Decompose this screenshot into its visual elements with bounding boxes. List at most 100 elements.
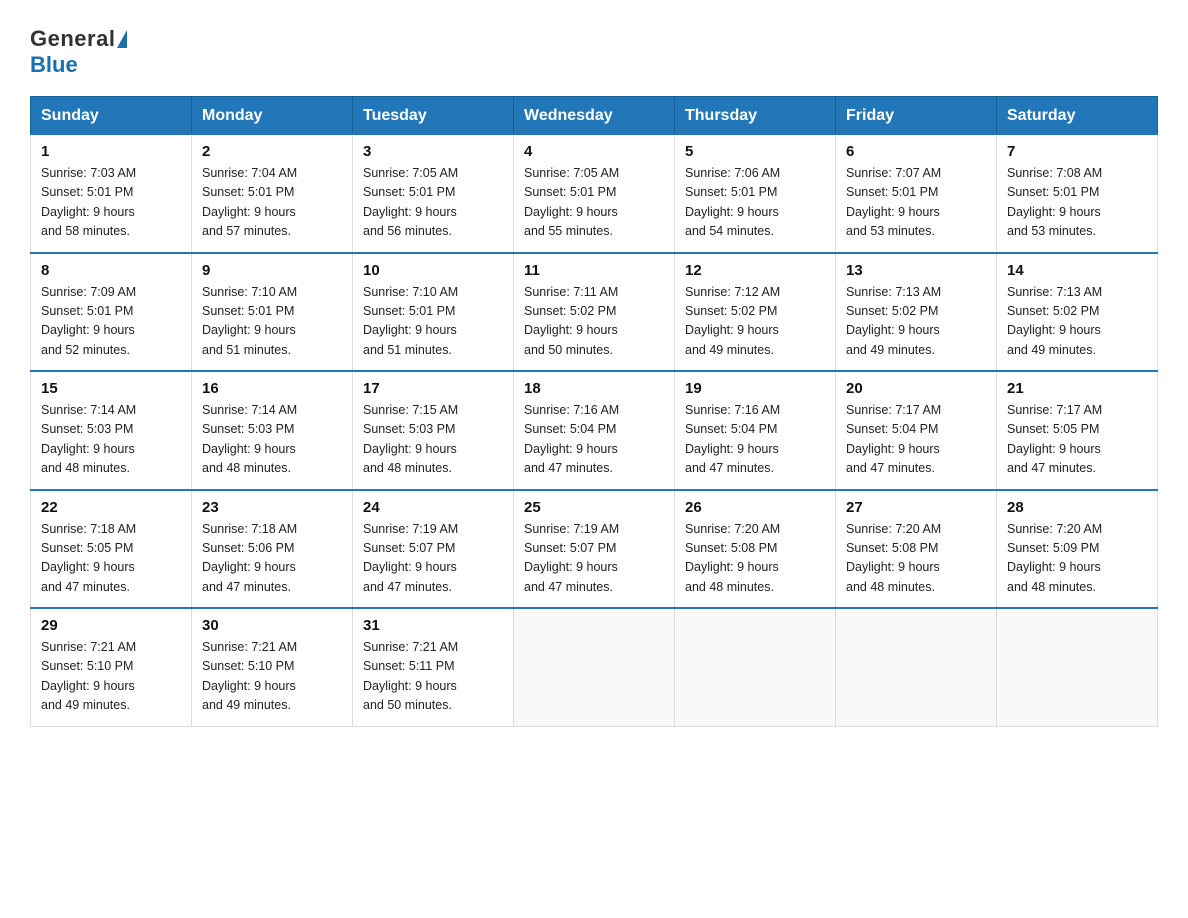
day-info: Sunrise: 7:21 AMSunset: 5:10 PMDaylight:… <box>202 638 342 716</box>
day-info-line: and 47 minutes. <box>202 580 291 594</box>
day-info: Sunrise: 7:21 AMSunset: 5:10 PMDaylight:… <box>41 638 181 716</box>
day-info-line: and 53 minutes. <box>1007 224 1096 238</box>
day-info-line: Sunrise: 7:17 AM <box>846 403 941 417</box>
calendar-day-cell: 29Sunrise: 7:21 AMSunset: 5:10 PMDayligh… <box>31 608 192 726</box>
day-info: Sunrise: 7:19 AMSunset: 5:07 PMDaylight:… <box>524 520 664 598</box>
day-number: 8 <box>41 262 181 279</box>
calendar-day-cell: 28 Sunrise: 7:20 AMSunset: 5:09 PMDayligh… <box>997 490 1158 609</box>
day-info-line: Sunrise: 7:08 AM <box>1007 166 1102 180</box>
day-number: 25 <box>524 499 664 516</box>
day-info-line: Daylight: 9 hours <box>524 560 618 574</box>
calendar-week-row: 22Sunrise: 7:18 AMSunset: 5:05 PMDayligh… <box>31 490 1158 609</box>
calendar-day-cell: 6Sunrise: 7:07 AMSunset: 5:01 PMDaylight… <box>836 134 997 253</box>
column-header-friday: Friday <box>836 97 997 135</box>
day-info-line: Sunset: 5:01 PM <box>41 185 133 199</box>
day-number: 19 <box>685 380 825 397</box>
day-info-line: Sunrise: 7:04 AM <box>202 166 297 180</box>
day-info-line: Sunset: 5:06 PM <box>202 541 294 555</box>
day-info: Sunrise: 7:20 AMSunset: 5:09 PMDaylight:… <box>1007 520 1147 598</box>
day-info-line: Daylight: 9 hours <box>202 442 296 456</box>
day-info-line: Sunrise: 7:10 AM <box>202 285 297 299</box>
calendar-day-cell: 21Sunrise: 7:17 AMSunset: 5:05 PMDayligh… <box>997 371 1158 490</box>
day-info: Sunrise: 7:15 AMSunset: 5:03 PMDaylight:… <box>363 401 503 479</box>
day-info-line: and 58 minutes. <box>41 224 130 238</box>
day-info-line: Sunrise: 7:20 AM <box>846 522 941 536</box>
logo: General Blue <box>30 20 127 78</box>
calendar-day-cell: 17Sunrise: 7:15 AMSunset: 5:03 PMDayligh… <box>353 371 514 490</box>
calendar-day-cell <box>675 608 836 726</box>
calendar-day-cell: 1Sunrise: 7:03 AMSunset: 5:01 PMDaylight… <box>31 134 192 253</box>
day-info-line: Sunrise: 7:18 AM <box>41 522 136 536</box>
calendar-week-row: 8 Sunrise: 7:09 AM Sunset: 5:01 PM Daylight… <box>31 253 1158 372</box>
day-info-line: Daylight: 9 hours <box>685 560 779 574</box>
day-info: Sunrise: 7:20 AMSunset: 5:08 PMDaylight:… <box>846 520 986 598</box>
day-info-line: and 53 minutes. <box>846 224 935 238</box>
column-header-thursday: Thursday <box>675 97 836 135</box>
calendar-day-cell: 19Sunrise: 7:16 AMSunset: 5:04 PMDayligh… <box>675 371 836 490</box>
calendar-day-cell: 25 Sunrise: 7:19 AMSunset: 5:07 PMDayligh… <box>514 490 675 609</box>
calendar-day-cell: 15Sunrise: 7:14 AMSunset: 5:03 PMDayligh… <box>31 371 192 490</box>
day-info-line: Daylight: 9 hours <box>685 442 779 456</box>
day-info-line: Daylight: 9 hours <box>524 323 618 337</box>
column-header-wednesday: Wednesday <box>514 97 675 135</box>
day-number: 13 <box>846 262 986 279</box>
day-info-line: Daylight: 9 hours <box>685 323 779 337</box>
logo-triangle-icon <box>117 30 127 48</box>
day-info-line: Daylight: 9 hours <box>202 679 296 693</box>
day-info-line: Daylight: 9 hours <box>363 205 457 219</box>
day-info-line: Daylight: 9 hours <box>202 323 296 337</box>
day-info-line: Sunset: 5:01 PM <box>202 304 294 318</box>
day-info-line: Daylight: 9 hours <box>846 205 940 219</box>
day-number: 4 <box>524 143 664 160</box>
day-info-line: Sunset: 5:02 PM <box>1007 304 1099 318</box>
day-info-line: Sunrise: 7:16 AM <box>524 403 619 417</box>
day-info-line: and 49 minutes. <box>41 698 130 712</box>
day-info-line: and 47 minutes. <box>524 461 613 475</box>
day-info-line: Sunset: 5:04 PM <box>685 422 777 436</box>
day-info-line: Daylight: 9 hours <box>1007 560 1101 574</box>
day-info-line: and 55 minutes. <box>524 224 613 238</box>
column-header-saturday: Saturday <box>997 97 1158 135</box>
day-info-line: Sunrise: 7:06 AM <box>685 166 780 180</box>
day-info: Sunrise: 7:08 AM Sunset: 5:01 PM Daylight:… <box>1007 164 1147 242</box>
day-number: 9 <box>202 262 342 279</box>
calendar-day-cell: 14Sunrise: 7:13 AMSunset: 5:02 PMDayligh… <box>997 253 1158 372</box>
day-info-line: and 50 minutes. <box>363 698 452 712</box>
day-number: 28 <box>1007 499 1147 516</box>
day-info-line: Daylight: 9 hours <box>846 442 940 456</box>
day-info-line: and 48 minutes. <box>685 580 774 594</box>
day-info-line: Sunrise: 7:18 AM <box>202 522 297 536</box>
day-info-line: Sunset: 5:10 PM <box>202 659 294 673</box>
day-info-line: Daylight: 9 hours <box>41 560 135 574</box>
day-info-line: Sunset: 5:07 PM <box>524 541 616 555</box>
day-info-line: Sunrise: 7:14 AM <box>41 403 136 417</box>
column-header-sunday: Sunday <box>31 97 192 135</box>
day-info-line: Sunset: 5:10 PM <box>41 659 133 673</box>
day-info-line: Sunset: 5:02 PM <box>685 304 777 318</box>
day-number: 14 <box>1007 262 1147 279</box>
day-number: 31 <box>363 617 503 634</box>
day-number: 27 <box>846 499 986 516</box>
day-info-line: and 49 minutes. <box>685 343 774 357</box>
day-info-line: Sunrise: 7:20 AM <box>685 522 780 536</box>
day-info-line: Daylight: 9 hours <box>1007 205 1101 219</box>
day-info-line: Sunset: 5:01 PM <box>1007 185 1099 199</box>
day-info-line: Sunrise: 7:09 AM <box>41 285 136 299</box>
calendar-day-cell: 10Sunrise: 7:10 AMSunset: 5:01 PMDayligh… <box>353 253 514 372</box>
day-info-line: and 50 minutes. <box>524 343 613 357</box>
day-number: 5 <box>685 143 825 160</box>
day-info-line: and 48 minutes. <box>1007 580 1096 594</box>
calendar-header-row: SundayMondayTuesdayWednesdayThursdayFrid… <box>31 97 1158 135</box>
logo-general-text: General <box>30 26 115 52</box>
calendar-day-cell: 5Sunrise: 7:06 AMSunset: 5:01 PMDaylight… <box>675 134 836 253</box>
day-info-line: Sunset: 5:04 PM <box>524 422 616 436</box>
column-header-tuesday: Tuesday <box>353 97 514 135</box>
day-info-line: Sunset: 5:03 PM <box>363 422 455 436</box>
day-info-line: Daylight: 9 hours <box>41 679 135 693</box>
calendar-day-cell: 12Sunrise: 7:12 AMSunset: 5:02 PMDayligh… <box>675 253 836 372</box>
day-info-line: Sunrise: 7:15 AM <box>363 403 458 417</box>
day-info-line: Sunset: 5:05 PM <box>41 541 133 555</box>
day-number: 15 <box>41 380 181 397</box>
day-info-line: and 51 minutes. <box>202 343 291 357</box>
day-info-line: Sunrise: 7:03 AM <box>41 166 136 180</box>
